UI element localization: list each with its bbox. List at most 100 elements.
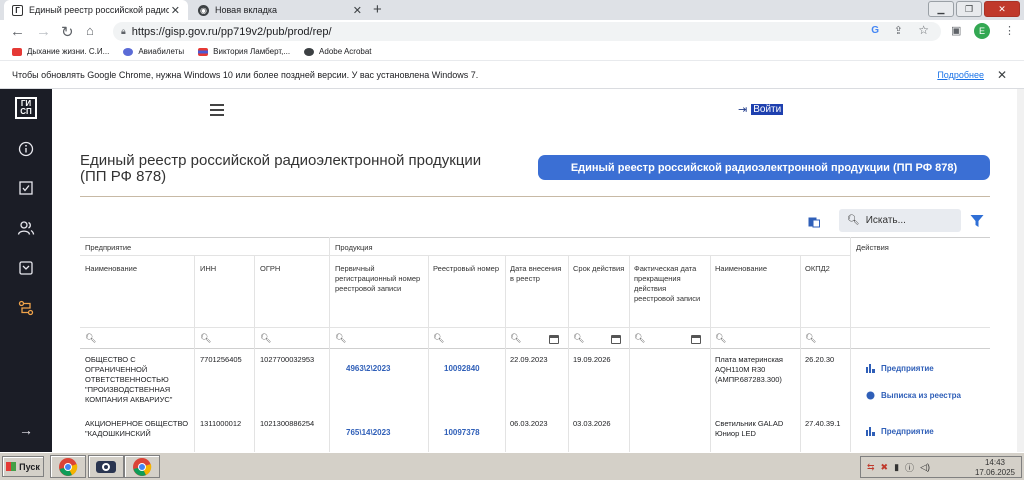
registry-number-link[interactable]: 10092840 xyxy=(444,364,480,374)
globe-icon xyxy=(304,47,315,56)
chrome-icon xyxy=(59,457,78,476)
search-input[interactable]: 🔍︎ Искать... xyxy=(839,209,961,232)
chrome-taskbar-button[interactable] xyxy=(124,455,160,478)
bookmark-item[interactable]: Adobe Acrobat xyxy=(304,47,372,56)
reload-icon[interactable]: ↻ xyxy=(61,23,74,41)
tab-active[interactable]: Г Единый реестр российской радиоэ ✕ xyxy=(4,0,188,20)
restore-icon[interactable]: ❐ xyxy=(956,1,982,17)
minimize-icon[interactable]: ▁ xyxy=(928,1,954,17)
hamburger-menu-icon[interactable] xyxy=(210,104,224,119)
column-header-ogrn[interactable]: ОГРН xyxy=(260,264,325,274)
users-icon[interactable] xyxy=(0,220,52,236)
home-icon[interactable]: ⌂ xyxy=(86,23,94,38)
search-icon[interactable]: 🔍︎ xyxy=(85,333,96,344)
kebab-menu-icon[interactable]: ⋮ xyxy=(1004,24,1015,37)
side-navigation: ГИ СП → xyxy=(0,89,52,452)
close-tab-icon[interactable]: ✕ xyxy=(171,4,180,17)
scrollbar[interactable] xyxy=(1017,89,1024,452)
table-cell-product: Плата материнская AQH110M R30 (АМПР.6872… xyxy=(715,355,783,384)
calendar-icon[interactable] xyxy=(611,335,621,344)
column-header-product[interactable]: Наименование xyxy=(715,264,797,274)
side-panel-icon[interactable]: ▣ xyxy=(951,24,961,37)
system-tray: ⇆ ✖ ▮ ⓘ ◁) 14:43 17.06.2025 xyxy=(860,456,1022,478)
inbox-icon[interactable] xyxy=(0,260,52,276)
column-header-name[interactable]: Наименование xyxy=(85,264,190,274)
info-icon[interactable]: ⓘ xyxy=(905,461,914,474)
network-icon[interactable]: ⇆ xyxy=(867,462,875,473)
bookmark-item[interactable]: Авиабилеты xyxy=(123,47,184,56)
chrome-taskbar-button[interactable] xyxy=(50,455,86,478)
bookmark-item[interactable]: Виктория Ламберт,... xyxy=(198,47,290,56)
enterprise-action-button[interactable]: Предприятие xyxy=(866,364,934,373)
search-icon[interactable]: 🔍︎ xyxy=(805,333,816,344)
info-icon[interactable] xyxy=(0,141,52,157)
search-icon[interactable]: 🔍︎ xyxy=(573,333,584,344)
expand-arrow-icon[interactable]: → xyxy=(0,422,52,438)
google-icon[interactable]: G xyxy=(871,25,879,36)
battery-icon[interactable]: ▮ xyxy=(894,462,899,473)
export-icon[interactable] xyxy=(808,216,820,228)
more-info-link[interactable]: Подробнее xyxy=(937,70,984,80)
main-content: ⇥ Войти Единый реестр российской радиоэл… xyxy=(52,89,1024,452)
column-header-primary-no[interactable]: Первичный регистрационный номер реестров… xyxy=(335,264,423,294)
table-cell-valid-until: 19.09.2026 xyxy=(573,355,611,364)
address-bar[interactable]: 🔒︎ https://gisp.gov.ru/pp719v2/pub/prod/… xyxy=(113,22,941,41)
table-cell-product: Светильник GALAD Юниор LED xyxy=(715,419,784,438)
search-icon[interactable]: 🔍︎ xyxy=(510,333,521,344)
search-icon[interactable]: 🔍︎ xyxy=(260,333,271,344)
start-button[interactable]: Пуск xyxy=(2,456,44,477)
extract-action-button[interactable]: Выписка из реестра xyxy=(866,391,961,400)
search-icon[interactable]: 🔍︎ xyxy=(335,333,346,344)
gisp-logo[interactable]: ГИ СП xyxy=(15,97,37,119)
share-icon[interactable]: ⇪ xyxy=(894,24,903,37)
table-cell-inn: 1311000012 xyxy=(200,419,242,428)
table-cell-okpd: 26.20.30 xyxy=(805,355,835,364)
bar-chart-icon xyxy=(866,427,875,436)
divider xyxy=(629,255,630,452)
checkbox-icon[interactable] xyxy=(0,180,52,196)
table-cell-name: ОБЩЕСТВО С ОГРАНИЧЕННОЙ ОТВЕТСТВЕННОСТЬЮ… xyxy=(85,355,173,404)
calendar-icon[interactable] xyxy=(691,335,701,344)
column-header-date-end[interactable]: Фактическая дата прекращения действия ре… xyxy=(634,264,706,304)
column-header-valid-until[interactable]: Срок действия xyxy=(573,264,625,274)
calendar-icon[interactable] xyxy=(549,335,559,344)
column-header-reg-no[interactable]: Реестровый номер xyxy=(433,264,501,274)
star-icon[interactable]: ☆ xyxy=(918,23,929,37)
clock[interactable]: 14:43 17.06.2025 xyxy=(975,458,1015,478)
search-icon[interactable]: 🔍︎ xyxy=(715,333,726,344)
route-icon[interactable] xyxy=(0,300,52,316)
antivirus-icon[interactable]: ✖ xyxy=(881,462,889,473)
registry-number-link[interactable]: 10097378 xyxy=(444,428,480,438)
bookmark-item[interactable]: Дыхание жизни. С.И... xyxy=(12,47,109,56)
profile-avatar[interactable]: E xyxy=(974,23,990,39)
column-header-date-in[interactable]: Дата внесения в реестр xyxy=(510,264,564,284)
column-header-okpd[interactable]: ОКПД2 xyxy=(805,264,849,274)
primary-number-link[interactable]: 765\14\2023 xyxy=(346,428,391,438)
windows-taskbar: Пуск ⇆ ✖ ▮ ⓘ ◁) 14:43 17.06.2025 xyxy=(0,452,1024,480)
close-tab-icon[interactable]: ✕ xyxy=(353,4,362,17)
search-icon[interactable]: 🔍︎ xyxy=(634,333,645,344)
windows-logo-icon xyxy=(6,462,17,471)
search-icon[interactable]: 🔍︎ xyxy=(433,333,444,344)
column-header-inn[interactable]: ИНН xyxy=(200,264,250,274)
tab-new[interactable]: ◉ Новая вкладка ✕ xyxy=(190,0,370,20)
back-icon[interactable]: ← xyxy=(10,23,25,40)
divider xyxy=(80,348,990,349)
enterprise-action-button[interactable]: Предприятие xyxy=(866,427,934,436)
new-tab-icon[interactable]: + xyxy=(373,1,382,18)
plane-icon xyxy=(123,47,134,56)
divider xyxy=(80,237,990,238)
login-icon: ⇥ xyxy=(738,104,748,116)
primary-number-link[interactable]: 4963\2\2023 xyxy=(346,364,391,374)
volume-icon[interactable]: ◁) xyxy=(920,462,930,473)
app-taskbar-button[interactable] xyxy=(88,455,124,478)
close-icon[interactable]: ✕ xyxy=(997,68,1007,82)
filter-icon[interactable] xyxy=(970,214,984,228)
registry-button[interactable]: Единый реестр российской радиоэлектронно… xyxy=(538,155,990,180)
close-window-icon[interactable]: ✕ xyxy=(984,1,1020,17)
search-icon[interactable]: 🔍︎ xyxy=(200,333,211,344)
table-cell-valid-until: 03.03.2026 xyxy=(573,419,611,428)
forward-icon[interactable]: → xyxy=(36,23,51,40)
table-cell-okpd: 27.40.39.1 xyxy=(805,419,841,428)
login-button[interactable]: ⇥ Войти xyxy=(738,103,784,116)
